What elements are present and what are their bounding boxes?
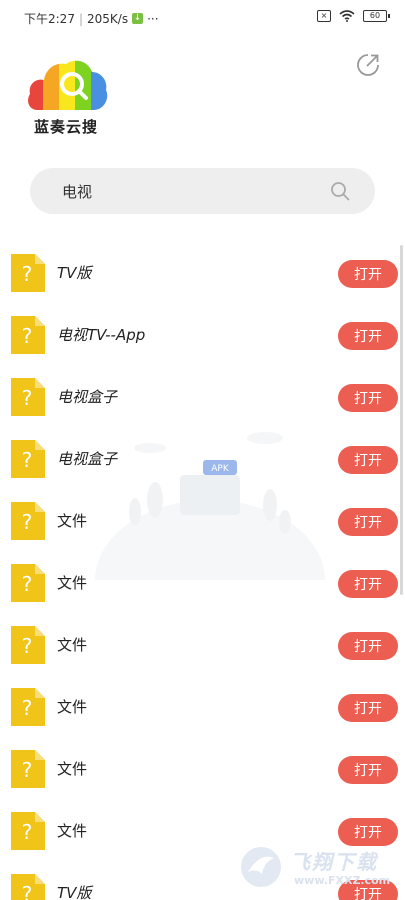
svg-text:?: ? (22, 324, 33, 348)
open-button[interactable]: 打开 (338, 260, 398, 288)
wifi-icon (339, 10, 355, 22)
unknown-file-icon: ? (11, 812, 45, 850)
open-button[interactable]: 打开 (338, 384, 398, 412)
no-sim-icon: × (317, 10, 331, 22)
more-notifications-icon: ··· (147, 11, 159, 26)
svg-text:?: ? (22, 820, 33, 844)
file-name: 电视盒子 (57, 450, 118, 468)
unknown-file-icon: ? (11, 874, 45, 900)
list-item[interactable]: ? 文件 打开 (0, 736, 405, 798)
svg-text:?: ? (22, 634, 33, 658)
download-icon: ↓ (132, 13, 144, 24)
cloud-logo-icon (28, 60, 108, 110)
status-speed: 205K/s (87, 11, 129, 26)
file-name: 文件 (57, 574, 88, 592)
svg-text:?: ? (22, 696, 33, 720)
open-button[interactable]: 打开 (338, 756, 398, 784)
file-name: 电视TV--App (57, 326, 146, 344)
file-name: 文件 (57, 512, 88, 530)
unknown-file-icon: ? (11, 502, 45, 540)
file-name: 电视盒子 (57, 388, 118, 406)
unknown-file-icon: ? (11, 316, 45, 354)
file-name: TV版 (57, 264, 92, 282)
watermark: 飞翔下载 www.FXXZ.com (238, 842, 398, 892)
search-bar[interactable] (30, 168, 375, 214)
open-button[interactable]: 打开 (338, 570, 398, 598)
watermark-logo-icon (241, 847, 281, 887)
svg-text:?: ? (22, 448, 33, 472)
unknown-file-icon: ? (11, 440, 45, 478)
share-icon[interactable] (355, 52, 381, 78)
open-button[interactable]: 打开 (338, 694, 398, 722)
watermark-text: 飞翔下载 (290, 850, 378, 874)
unknown-file-icon: ? (11, 626, 45, 664)
file-name: 文件 (57, 760, 88, 778)
status-separator: | (78, 11, 83, 26)
search-input[interactable] (62, 178, 322, 204)
list-item[interactable]: ? 电视盒子 打开 (0, 426, 405, 488)
unknown-file-icon: ? (11, 378, 45, 416)
unknown-file-icon: ? (11, 750, 45, 788)
unknown-file-icon: ? (11, 564, 45, 602)
list-item[interactable]: ? 电视盒子 打开 (0, 364, 405, 426)
svg-text:?: ? (22, 882, 33, 900)
svg-text:?: ? (22, 758, 33, 782)
svg-text:?: ? (22, 572, 33, 596)
file-name: 文件 (57, 636, 88, 654)
list-item[interactable]: ? 文件 打开 (0, 612, 405, 674)
list-item[interactable]: ? 电视TV--App 打开 (0, 302, 405, 364)
list-item[interactable]: ? 文件 打开 (0, 550, 405, 612)
open-button[interactable]: 打开 (338, 322, 398, 350)
unknown-file-icon: ? (11, 254, 45, 292)
status-time: 下午2:27 (24, 12, 75, 26)
list-item[interactable]: ? TV版 打开 (0, 240, 405, 302)
svg-text:?: ? (22, 262, 33, 286)
scrollbar[interactable] (400, 245, 403, 595)
battery-icon: 60 (363, 10, 390, 22)
result-list: APK ? TV版 打开? 电视TV--App 打开? 电视盒子 打开? 电视盒子 打开? 文件打… (0, 240, 405, 900)
unknown-file-icon: ? (11, 688, 45, 726)
file-name: TV版 (57, 884, 92, 900)
open-button[interactable]: 打开 (338, 446, 398, 474)
list-item[interactable]: ? 文件 打开 (0, 488, 405, 550)
open-button[interactable]: 打开 (338, 632, 398, 660)
app-name: 蓝奏云搜 (34, 118, 99, 136)
svg-text:?: ? (22, 386, 33, 410)
svg-text:?: ? (22, 510, 33, 534)
app-logo: 蓝奏云搜 (22, 52, 112, 142)
status-bar: 下午2:27 | 205K/s ↓ ··· × 60 (0, 0, 405, 36)
search-icon[interactable] (329, 180, 351, 202)
watermark-url: www.FXXZ.com (294, 874, 391, 887)
file-name: 文件 (57, 698, 88, 716)
open-button[interactable]: 打开 (338, 508, 398, 536)
status-right: × 60 (317, 10, 390, 22)
list-item[interactable]: ? 文件 打开 (0, 674, 405, 736)
status-left: 下午2:27 | 205K/s ↓ ··· (24, 10, 159, 27)
file-name: 文件 (57, 822, 88, 840)
